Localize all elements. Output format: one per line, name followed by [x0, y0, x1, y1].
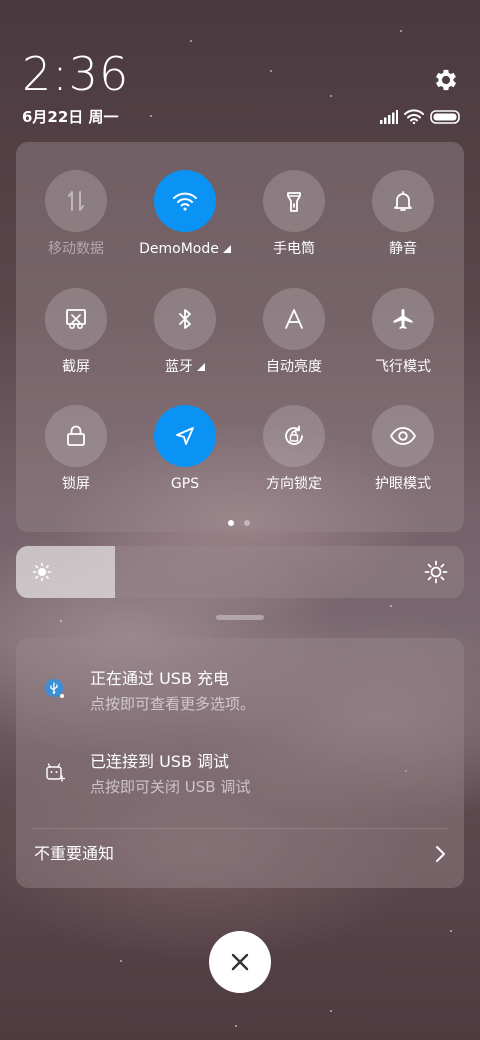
notification-usb-debugging[interactable]: 已连接到 USB 调试 点按即可关闭 USB 调试 [16, 749, 464, 809]
page-indicator [226, 520, 256, 528]
expand-triangle-icon [222, 245, 231, 253]
auto-brightness-icon [285, 309, 303, 329]
tile-button[interactable] [372, 405, 434, 467]
chevron-right-icon [436, 846, 445, 862]
tile-label: 自动亮度 [266, 359, 322, 375]
notification-text: 点按即可关闭 USB 调试 [90, 778, 251, 796]
airplane-icon [393, 309, 413, 329]
eye-icon [389, 427, 417, 445]
usb-icon [45, 679, 64, 698]
screenshot-icon [66, 309, 86, 329]
drag-handle[interactable] [216, 615, 264, 620]
lock-icon [67, 425, 85, 446]
tile-button[interactable] [45, 170, 107, 232]
tile-button[interactable] [154, 405, 216, 467]
tile-label: 手电筒 [273, 241, 315, 257]
brightness-slider[interactable] [16, 546, 464, 598]
tile-auto-brightness[interactable]: 自动亮度 [239, 288, 349, 388]
notification-text: 点按即可查看更多选项。 [90, 695, 256, 713]
settings-gear-icon[interactable] [432, 66, 460, 94]
page-dot-active [228, 520, 234, 526]
close-icon [231, 953, 249, 971]
clear-all-button[interactable] [209, 931, 271, 993]
tile-label: 护眼模式 [375, 476, 431, 492]
tile-button[interactable] [372, 170, 434, 232]
notification-usb-charging[interactable]: 正在通过 USB 充电 点按即可查看更多选项。 [16, 666, 464, 726]
status-icons [380, 108, 462, 126]
date: 6月22日 周一 [22, 108, 119, 126]
tile-label: 锁屏 [62, 476, 90, 492]
divider [32, 828, 448, 829]
tile-silent[interactable]: 静音 [348, 170, 458, 270]
tile-button[interactable] [154, 288, 216, 350]
tile-label: GPS [170, 476, 200, 492]
tile-button[interactable] [263, 288, 325, 350]
tile-mobile-data[interactable]: 移动数据 [21, 170, 131, 270]
tile-label-text: 蓝牙 [165, 359, 193, 375]
brightness-low-icon [32, 562, 52, 582]
tile-label: 静音 [389, 241, 417, 257]
notification-panel: 正在通过 USB 充电 点按即可查看更多选项。 已连接到 USB 调试 点按即可… [16, 638, 464, 888]
tile-label: DemoMode [130, 240, 240, 258]
location-arrow-icon [176, 427, 194, 445]
unimportant-notifications-label: 不重要通知 [34, 844, 115, 863]
tile-button[interactable] [45, 288, 107, 350]
tile-button[interactable] [372, 288, 434, 350]
unimportant-notifications-row[interactable]: 不重要通知 [16, 830, 464, 878]
mobile-data-icon [68, 191, 84, 211]
brightness-high-icon [424, 560, 448, 584]
signal-icon [380, 110, 398, 124]
tile-bluetooth[interactable]: 蓝牙 [130, 288, 240, 388]
bluetooth-icon [179, 309, 191, 329]
tile-lock-screen[interactable]: 锁屏 [21, 405, 131, 505]
tile-button[interactable] [45, 405, 107, 467]
tile-label: 截屏 [62, 359, 90, 375]
tile-rotation-lock[interactable]: 方向锁定 [239, 405, 349, 505]
page-dot [244, 520, 250, 526]
wifi-icon [173, 192, 197, 211]
tile-wifi[interactable]: DemoMode [130, 170, 240, 270]
tile-button[interactable] [263, 405, 325, 467]
android-debug-icon [46, 763, 66, 782]
clock: 2:36 [22, 47, 130, 101]
expand-triangle-icon [197, 363, 205, 371]
tile-flashlight[interactable]: 手电筒 [239, 170, 349, 270]
tile-gps[interactable]: GPS [130, 405, 240, 505]
tile-airplane[interactable]: 飞行模式 [348, 288, 458, 388]
wifi-icon [404, 109, 424, 124]
notification-title: 已连接到 USB 调试 [90, 752, 230, 771]
tile-label: 蓝牙 [130, 358, 240, 376]
tile-button[interactable] [154, 170, 216, 232]
tile-label: 飞行模式 [375, 359, 431, 375]
flashlight-icon [287, 192, 301, 212]
tile-label-text: DemoMode [139, 241, 219, 257]
tile-label: 移动数据 [48, 241, 104, 257]
brightness-fill [16, 546, 115, 598]
battery-icon [430, 110, 460, 124]
bell-icon [394, 191, 412, 211]
tile-screenshot[interactable]: 截屏 [21, 288, 131, 388]
tile-eye-care[interactable]: 护眼模式 [348, 405, 458, 505]
rotation-lock-icon [285, 425, 303, 445]
notification-title: 正在通过 USB 充电 [90, 669, 230, 688]
tile-button[interactable] [263, 170, 325, 232]
tile-label: 方向锁定 [266, 476, 322, 492]
